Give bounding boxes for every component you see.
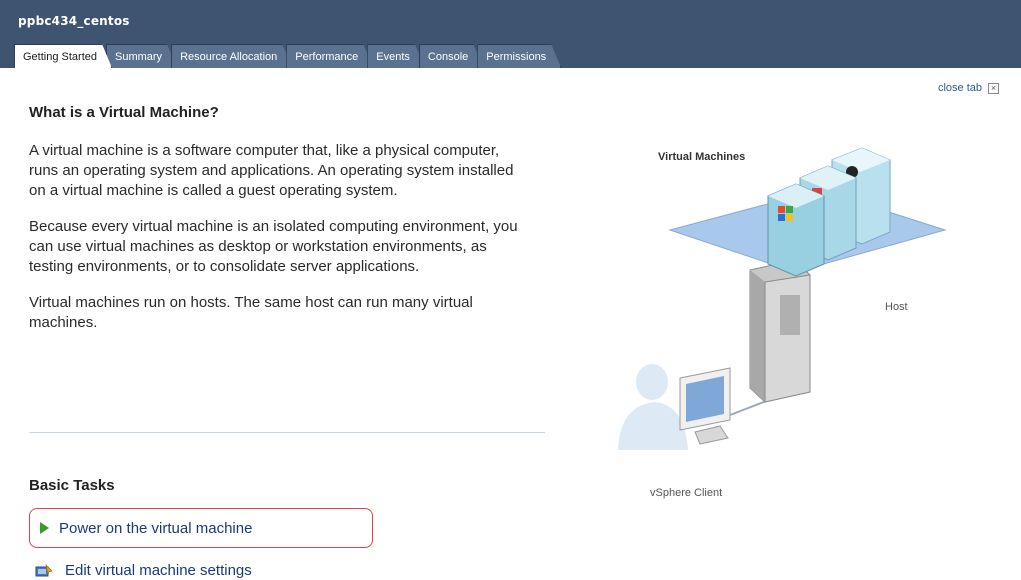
tab-summary[interactable]: Summary [106, 44, 177, 68]
close-icon[interactable]: × [988, 82, 999, 94]
vm-illustration: Virtual Machines Host vSphere Client [600, 120, 980, 520]
close-tab-link[interactable]: close tab × [938, 82, 999, 94]
power-on-label[interactable]: Power on the virtual machine [59, 520, 252, 537]
play-icon [40, 522, 49, 534]
basic-tasks-title: Basic Tasks [29, 477, 115, 494]
title-bar: ppbc434_centos Getting Started Summary R… [0, 0, 1021, 68]
intro-paragraph: Virtual machines run on hosts. The same … [29, 294, 473, 331]
power-on-task[interactable]: Power on the virtual machine [29, 508, 373, 548]
settings-icon [35, 563, 53, 576]
edit-settings-task[interactable]: Edit virtual machine settings [35, 562, 252, 579]
section-divider [29, 432, 545, 433]
intro-paragraph: A virtual machine is a software computer… [29, 142, 514, 199]
host-label: Host [885, 301, 908, 313]
tab-permissions[interactable]: Permissions [477, 44, 561, 68]
intro-paragraph: Because every virtual machine is an isol… [29, 218, 518, 275]
tab-strip: Getting Started Summary Resource Allocat… [14, 44, 555, 68]
vm-name: ppbc434_centos [18, 14, 130, 28]
vm-label: Virtual Machines [658, 151, 745, 163]
tab-getting-started[interactable]: Getting Started [14, 44, 112, 68]
intro-heading: What is a Virtual Machine? [29, 104, 219, 121]
tab-events[interactable]: Events [367, 44, 425, 68]
tab-performance[interactable]: Performance [286, 44, 373, 68]
tab-console[interactable]: Console [419, 44, 483, 68]
vm-diagram: Virtual Machines Host vSphere Client [618, 147, 947, 499]
tab-resource-allocation[interactable]: Resource Allocation [171, 44, 292, 68]
edit-settings-label[interactable]: Edit virtual machine settings [65, 562, 252, 579]
client-label: vSphere Client [650, 487, 722, 499]
close-tab-label[interactable]: close tab [938, 82, 982, 94]
intro-section: What is a Virtual Machine? A virtual mac… [29, 104, 549, 349]
